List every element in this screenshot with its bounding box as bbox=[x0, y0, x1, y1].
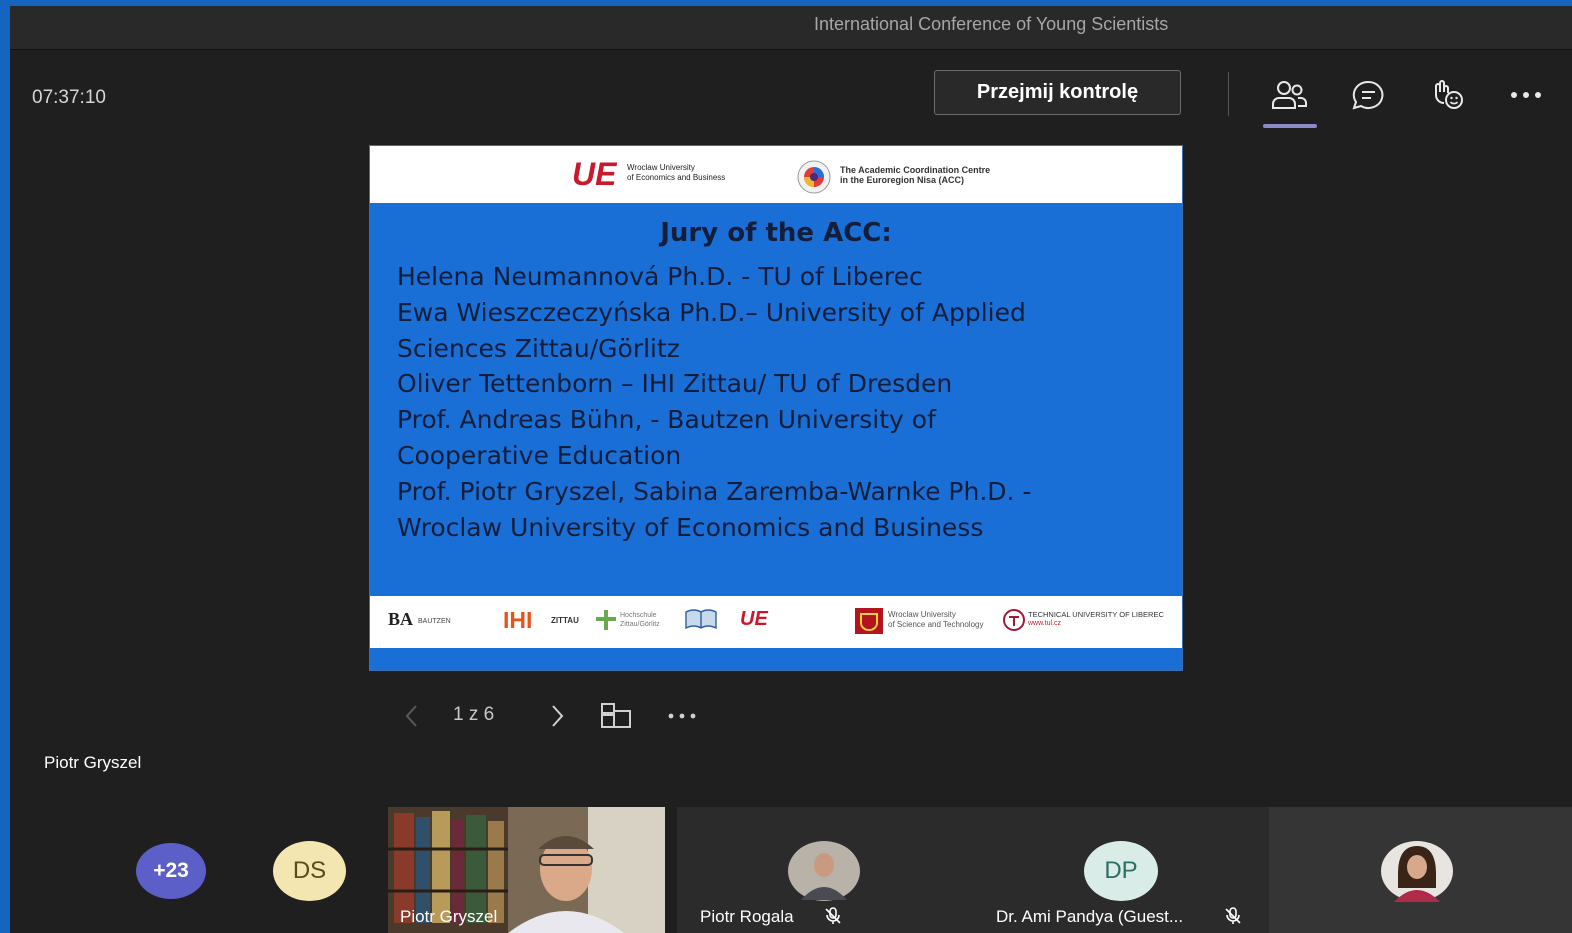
slide-more-options-button[interactable] bbox=[664, 698, 700, 734]
overflow-participants-button[interactable]: +23 bbox=[136, 843, 206, 899]
chat-button[interactable] bbox=[1346, 75, 1390, 115]
participant-avatar-ds[interactable]: DS bbox=[273, 841, 346, 901]
ba-logo-text: BAUTZEN bbox=[418, 618, 451, 625]
jury-line: Cooperative Education bbox=[397, 440, 682, 470]
title-bar: International Conference of Young Scient… bbox=[10, 6, 1572, 50]
people-tab-indicator bbox=[1263, 124, 1317, 128]
meeting-title: International Conference of Young Scient… bbox=[814, 14, 1169, 34]
tul-logo-text-2: www.tul.cz bbox=[1028, 620, 1062, 627]
participant-name: Piotr Gryszel bbox=[400, 907, 498, 926]
mic-off-icon bbox=[825, 907, 841, 924]
participant-tile-ami-pandya[interactable]: DP Dr. Ami Pandya (Guest... bbox=[973, 807, 1269, 933]
more-icon bbox=[1511, 92, 1541, 98]
participant-gallery: +23 DS Piotr Gryszel Piotr Rogala DP Dr.… bbox=[10, 805, 1572, 933]
ihi-logo: IHI bbox=[503, 607, 533, 633]
tul-logo-icon bbox=[1003, 609, 1025, 631]
slide-header-logos: UE Wroclaw University of Economics and B… bbox=[370, 146, 1182, 203]
book-logo-icon bbox=[685, 609, 717, 630]
participant-avatar-dp: DP bbox=[1084, 841, 1158, 901]
ba-logo: BA bbox=[388, 609, 414, 629]
teams-meeting-window: International Conference of Young Scient… bbox=[10, 6, 1572, 933]
reactions-icon bbox=[1435, 80, 1463, 109]
participant-name: Dr. Ami Pandya (Guest... bbox=[996, 907, 1184, 926]
reactions-button[interactable] bbox=[1425, 75, 1469, 115]
wust-logo-text-2: of Science and Technology bbox=[888, 620, 984, 629]
previous-slide-button[interactable] bbox=[393, 698, 429, 734]
people-button[interactable] bbox=[1267, 75, 1311, 115]
acc-logo-icon bbox=[797, 160, 831, 194]
chat-icon bbox=[1352, 80, 1384, 110]
participant-tile-piotr-rogala[interactable]: Piotr Rogala bbox=[677, 807, 973, 933]
next-slide-button[interactable] bbox=[540, 698, 576, 734]
presentation-slide: UE Wroclaw University of Economics and B… bbox=[369, 145, 1183, 671]
participant-avatar-photo bbox=[788, 841, 860, 901]
ue-logo-text-1: Wroclaw University bbox=[627, 163, 695, 172]
wust-logo-text-1: Wroclaw University bbox=[888, 610, 956, 619]
slide-heading: Jury of the ACC: bbox=[660, 218, 892, 248]
participant-avatar-photo bbox=[1381, 841, 1453, 902]
ue-footer-logo: UE bbox=[740, 608, 768, 630]
mic-off-icon bbox=[1225, 907, 1241, 924]
tul-logo-text-1: TECHNICAL UNIVERSITY OF LIBEREC bbox=[1028, 610, 1164, 619]
slide-navigation: 1 z 6 bbox=[390, 692, 720, 736]
participant-tile-video[interactable]: Piotr Gryszel bbox=[388, 807, 665, 933]
ue-logo: UE bbox=[572, 156, 617, 192]
wust-logo-icon bbox=[855, 608, 883, 634]
more-icon bbox=[668, 713, 696, 719]
slide-page-counter: 1 z 6 bbox=[453, 704, 495, 725]
ue-logo-text-2: of Economics and Business bbox=[627, 173, 726, 182]
slide-grid-icon bbox=[601, 703, 631, 728]
acc-logo-text-2: in the Euroregion Nisa (ACC) bbox=[840, 175, 965, 185]
more-options-button[interactable] bbox=[1504, 75, 1548, 115]
slide-grid-button[interactable] bbox=[598, 698, 634, 734]
participant-name: Piotr Rogala bbox=[700, 907, 794, 926]
hochschule-logo-icon bbox=[596, 610, 616, 630]
take-control-button[interactable]: Przejmij kontrolę bbox=[934, 70, 1181, 115]
jury-line: Prof. Andreas Bühn, - Bautzen University… bbox=[397, 405, 936, 435]
people-icon bbox=[1272, 81, 1307, 109]
jury-line: Oliver Tettenborn – IHI Zittau/ TU of Dr… bbox=[397, 369, 953, 399]
acc-logo-text-1: The Academic Coordination Centre bbox=[840, 165, 991, 175]
jury-list: Helena Neumannová Ph.D. - TU of Liberec … bbox=[397, 259, 1167, 545]
toolbar-divider bbox=[1228, 72, 1229, 116]
chevron-left-icon bbox=[405, 705, 417, 727]
jury-line: Ewa Wieszczeczyńska Ph.D.– University of… bbox=[397, 297, 1026, 327]
meeting-timer: 07:37:10 bbox=[32, 87, 106, 108]
jury-line: Sciences Zittau/Görlitz bbox=[397, 333, 680, 363]
chevron-right-icon bbox=[552, 705, 564, 727]
participant-tile-5[interactable] bbox=[1269, 807, 1572, 933]
slide-footer-logos: BA BAUTZEN IHI ZITTAU Hochschule Zittau/… bbox=[370, 596, 1182, 648]
meeting-toolbar: 07:37:10 Przejmij kontrolę bbox=[10, 51, 1572, 139]
shared-content-stage: UE Wroclaw University of Economics and B… bbox=[10, 139, 1572, 805]
hochschule-logo-text: Hochschule Zittau/Görlitz bbox=[620, 612, 660, 628]
jury-line: Prof. Piotr Gryszel, Sabina Zaremba-Warn… bbox=[397, 476, 1032, 506]
presenter-name: Piotr Gryszel bbox=[44, 753, 142, 772]
jury-line: Helena Neumannová Ph.D. - TU of Liberec bbox=[397, 262, 923, 291]
jury-line: Wroclaw University of Economics and Busi… bbox=[397, 512, 984, 542]
zittau-logo-text: ZITTAU bbox=[551, 616, 579, 625]
